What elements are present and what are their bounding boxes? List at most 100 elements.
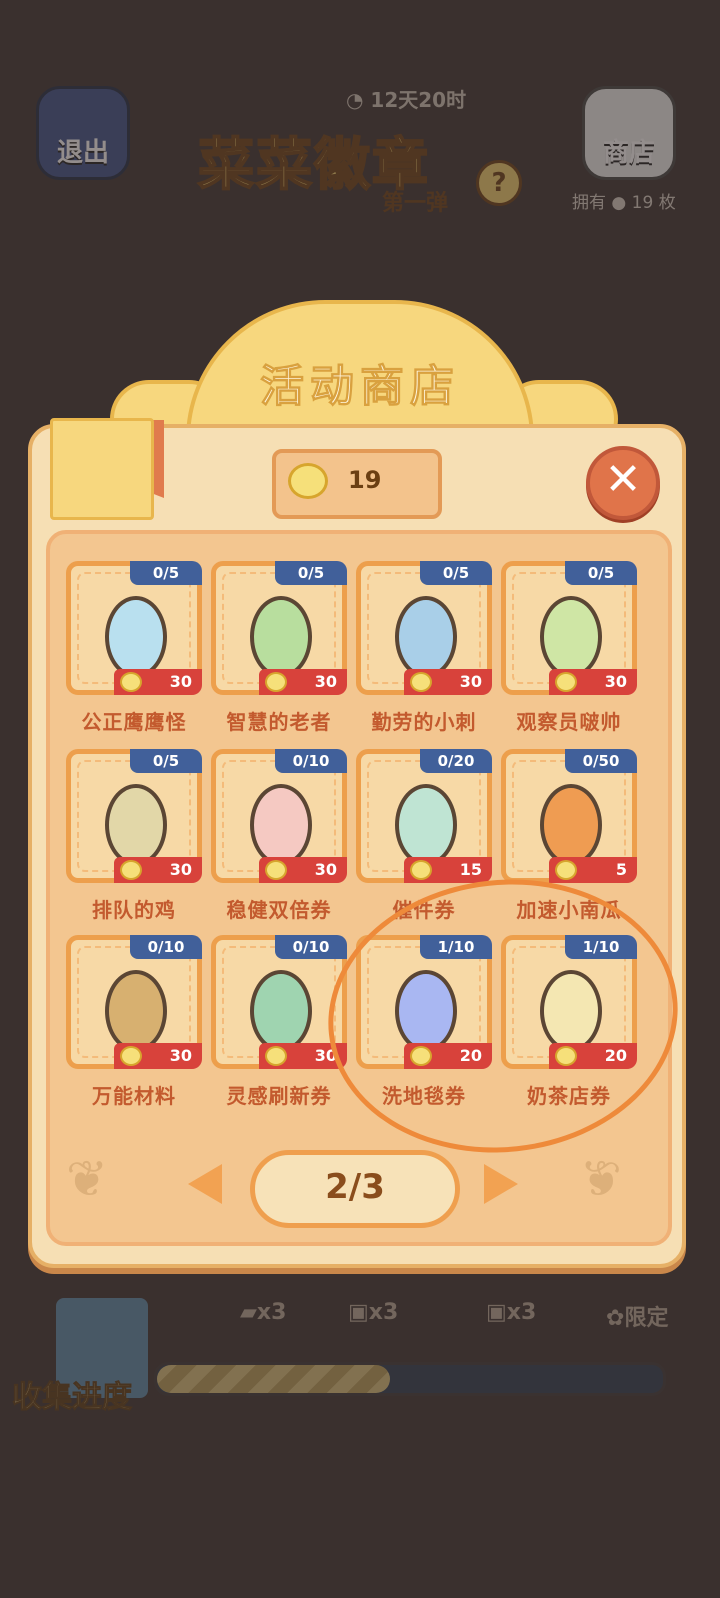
- shop-button[interactable]: 商店: [582, 86, 676, 180]
- badge-coin-icon: [265, 672, 287, 692]
- item-price: 30: [169, 860, 192, 879]
- item-price: 30: [459, 672, 482, 691]
- badge-coin-icon: ●: [611, 193, 627, 213]
- item-price-tag: 5: [549, 857, 637, 883]
- item-price-tag: 30: [114, 1043, 202, 1069]
- progress-label: 收集进度: [12, 1380, 133, 1416]
- page-indicator: 2/3: [250, 1150, 460, 1228]
- item-price-tag: 30: [259, 669, 347, 695]
- help-button[interactable]: ?: [476, 160, 522, 206]
- badge-coin-icon: [120, 672, 142, 692]
- item-price: 30: [169, 672, 192, 691]
- reward-1[interactable]: ▰x3: [240, 1300, 286, 1325]
- prev-page-button[interactable]: [188, 1164, 222, 1204]
- item-price-tag: 30: [114, 857, 202, 883]
- shop-item-card[interactable]: 0/5 30: [211, 561, 347, 695]
- progress-fill: [157, 1365, 390, 1393]
- reward-box-icon: ▣: [486, 1300, 507, 1325]
- shop-item-card[interactable]: 0/10 30: [211, 935, 347, 1069]
- shop-item-card[interactable]: 0/5 30: [66, 749, 202, 883]
- item-stock: 0/10: [130, 935, 202, 959]
- item-stock: 0/10: [275, 935, 347, 959]
- item-stock: 0/5: [565, 561, 637, 585]
- clock-icon: ◔: [346, 88, 364, 112]
- item-image-icon: [105, 784, 167, 866]
- badge-coin-icon: [410, 860, 432, 880]
- shop-item-name: 公正鹰鹰怪: [81, 710, 187, 734]
- reward-4-label: 限定: [624, 1306, 669, 1331]
- shop-item-card[interactable]: 0/5 30: [501, 561, 637, 695]
- event-subtitle: 第一弹: [382, 191, 449, 216]
- owned-counter: 拥有 ● 19 枚: [572, 188, 676, 213]
- item-price-tag: 15: [404, 857, 492, 883]
- shop-item-card[interactable]: 0/20 15: [356, 749, 492, 883]
- item-price: 15: [459, 860, 482, 879]
- item-stock: 0/5: [130, 749, 202, 773]
- shop-item-name: 勤劳的小刺: [371, 710, 477, 734]
- corner-flag: [50, 418, 154, 520]
- reward-3-count: x3: [506, 1300, 537, 1325]
- item-price-tag: 30: [549, 669, 637, 695]
- item-image-icon: [105, 596, 167, 678]
- reward-3[interactable]: ▣x3: [486, 1300, 536, 1325]
- progress-bar: [154, 1362, 666, 1396]
- item-price: 30: [314, 860, 337, 879]
- item-price: 30: [604, 672, 627, 691]
- shop-item-name: 稳健双倍券: [226, 898, 332, 922]
- item-image-icon: [540, 596, 602, 678]
- item-price-tag: 30: [259, 857, 347, 883]
- item-price-tag: 30: [404, 669, 492, 695]
- shop-label: 商店: [602, 138, 655, 168]
- owned-suffix: 枚: [658, 193, 676, 213]
- item-stock: 0/20: [420, 749, 492, 773]
- item-image-icon: [395, 784, 457, 866]
- reward-box-icon: ▣: [348, 1300, 369, 1325]
- balance-value: 19: [348, 466, 382, 494]
- item-image-icon: [395, 596, 457, 678]
- item-price: 5: [615, 860, 627, 879]
- badge-coin-icon: [120, 860, 142, 880]
- close-icon: ✕: [604, 454, 642, 505]
- page-number: 2/3: [325, 1167, 385, 1207]
- swirl-decoration-left: ❦: [66, 1150, 108, 1208]
- item-stock: 0/50: [565, 749, 637, 773]
- shop-title: 活动商店: [260, 361, 460, 413]
- reward-4[interactable]: ✿限定: [606, 1300, 668, 1332]
- shop-item-card[interactable]: 0/5 30: [66, 561, 202, 695]
- shop-item-name: 灵感刷新券: [226, 1084, 332, 1108]
- reward-1-count: x3: [256, 1300, 287, 1325]
- item-stock: 0/5: [420, 561, 492, 585]
- badge-coin-icon: [555, 860, 577, 880]
- reward-ticket-icon: ▰: [240, 1300, 257, 1325]
- shop-item-name: 排队的鸡: [92, 898, 176, 922]
- item-image-icon: [250, 970, 312, 1052]
- item-stock: 0/10: [275, 749, 347, 773]
- shop-item-card[interactable]: 0/10 30: [66, 935, 202, 1069]
- reward-2-count: x3: [368, 1300, 399, 1325]
- badge-coin-icon: [288, 463, 328, 499]
- badge-coin-icon: [410, 672, 432, 692]
- swirl-decoration-right: ❦: [580, 1150, 622, 1208]
- timer-text: 12天20时: [370, 88, 467, 112]
- badge-coin-icon: [555, 672, 577, 692]
- shop-item-card[interactable]: 0/10 30: [211, 749, 347, 883]
- shop-item-card[interactable]: 0/50 5: [501, 749, 637, 883]
- item-image-icon: [540, 784, 602, 866]
- shop-item-name: 万能材料: [92, 1084, 176, 1108]
- item-stock: 0/5: [275, 561, 347, 585]
- event-timer: ◔ 12天20时: [346, 84, 466, 113]
- item-stock: 0/5: [130, 561, 202, 585]
- item-image-icon: [250, 784, 312, 866]
- exit-label: 退出: [56, 138, 109, 168]
- item-image-icon: [250, 596, 312, 678]
- next-page-button[interactable]: [484, 1164, 518, 1204]
- item-price-tag: 30: [114, 669, 202, 695]
- exit-button[interactable]: 退出: [36, 86, 130, 180]
- item-image-icon: [105, 970, 167, 1052]
- shop-item-card[interactable]: 0/5 30: [356, 561, 492, 695]
- badge-coin-icon: [265, 1046, 287, 1066]
- badge-coin-icon: [265, 860, 287, 880]
- shop-item-name: 观察员啵帅: [516, 710, 622, 734]
- reward-2[interactable]: ▣x3: [348, 1300, 398, 1325]
- close-button[interactable]: ✕: [586, 446, 660, 520]
